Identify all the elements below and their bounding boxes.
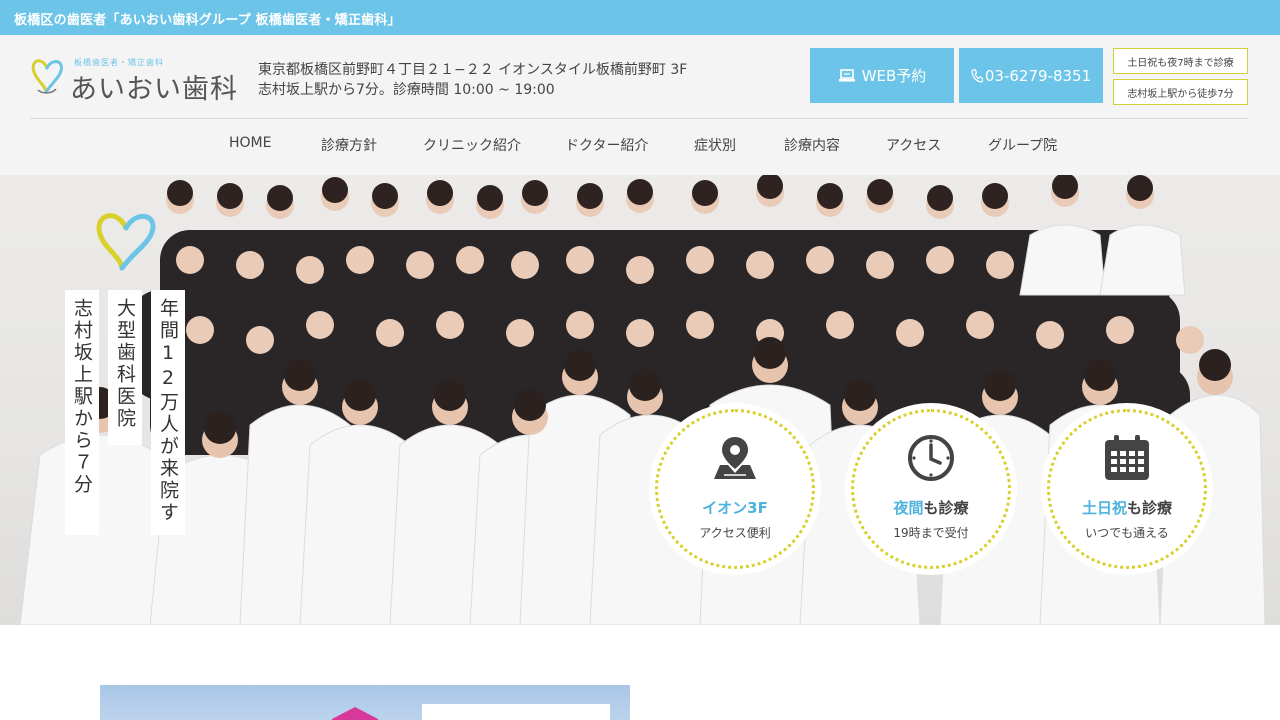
nav-item-policy[interactable]: 診療方針 xyxy=(321,135,377,155)
map-pin-icon xyxy=(714,437,756,479)
calendar-icon xyxy=(1105,435,1149,480)
annual-patients-caption: 年間12万人が来院する xyxy=(123,290,185,535)
feature-weekend-circle: 土日祝も診療 いつでも通える xyxy=(1041,403,1213,575)
nav-item-group[interactable]: グループ院 xyxy=(988,135,1057,155)
clinic-address: 東京都板橋区前野町４丁目２１−２２ イオンスタイル板橋前野町 3F 志村坂上駅か… xyxy=(258,60,687,100)
nav-item-home[interactable]: HOME xyxy=(229,135,271,151)
nav-item-symptoms[interactable]: 症状別 xyxy=(694,135,736,155)
feature-night-title: 夜間も診療 xyxy=(893,499,969,517)
building-sign xyxy=(422,704,610,720)
feature-night-subtitle: 19時まで受付 xyxy=(893,526,969,540)
address-line: 東京都板橋区前野町４丁目２１−２２ イオンスタイル板橋前野町 3F xyxy=(258,62,688,78)
header-divider xyxy=(30,118,1248,119)
feature-access-subtitle: アクセス便利 xyxy=(699,526,771,540)
building-roof xyxy=(332,707,378,720)
hours-note-badge: 土日祝も夜7時まで診療 xyxy=(1113,48,1248,74)
access-note-badge: 志村坂上駅から徒歩7分 xyxy=(1113,79,1248,105)
main-nav: HOME 診療方針 クリニック紹介 ドクター紹介 症状別 診療内容 アクセス グ… xyxy=(0,135,1280,157)
phone-number: 03-6279-8351 xyxy=(984,66,1092,85)
heart-logo-icon xyxy=(31,59,63,94)
heart-mark-icon xyxy=(96,213,156,271)
large-clinic-caption: 大型歯科医院 xyxy=(108,290,142,445)
feature-weekend-subtitle: いつでも通える xyxy=(1085,526,1169,540)
feature-weekend-title: 土日祝も診療 xyxy=(1081,499,1173,517)
station-access-caption: 志村坂上駅から７分 xyxy=(65,290,99,535)
top-bar: 板橋区の歯医者「あいおい歯科グループ 板橋歯医者・矯正歯科」 xyxy=(0,0,1280,35)
nav-item-access[interactable]: アクセス xyxy=(886,135,941,155)
hours-line: 志村坂上駅から7分。診療時間 10:00 ~ 19:00 xyxy=(258,82,555,98)
phone-button[interactable]: 03-6279-8351 xyxy=(959,48,1103,103)
header: 板橋歯医者・矯正歯科 あいおい歯科 東京都板橋区前野町４丁目２１−２２ イオンス… xyxy=(0,35,1280,175)
laptop-icon xyxy=(838,68,855,81)
feature-access-circle: イオン3F アクセス便利 xyxy=(649,403,821,575)
nav-item-doctors[interactable]: ドクター紹介 xyxy=(565,135,648,155)
logo[interactable]: 板橋歯医者・矯正歯科 あいおい歯科 xyxy=(30,54,250,105)
hero-banner: 年間12万人が来院する 大型歯科医院 志村坂上駅から７分 イオン3F アクセス便… xyxy=(0,175,1280,625)
clock-icon xyxy=(908,435,954,481)
web-reservation-button[interactable]: WEB予約 xyxy=(810,48,954,103)
phone-icon xyxy=(971,68,983,83)
site-tagline: 板橋区の歯医者「あいおい歯科グループ 板橋歯医者・矯正歯科」 xyxy=(14,13,401,28)
nav-item-treatments[interactable]: 診療内容 xyxy=(784,135,840,155)
logo-title: あいおい歯科 xyxy=(70,74,238,105)
feature-night-circle: 夜間も診療 19時まで受付 xyxy=(845,403,1017,575)
building-photo xyxy=(100,685,630,720)
web-reservation-label: WEB予約 xyxy=(861,67,927,85)
feature-access-title: イオン3F xyxy=(702,499,768,517)
nav-item-clinic[interactable]: クリニック紹介 xyxy=(423,135,521,155)
